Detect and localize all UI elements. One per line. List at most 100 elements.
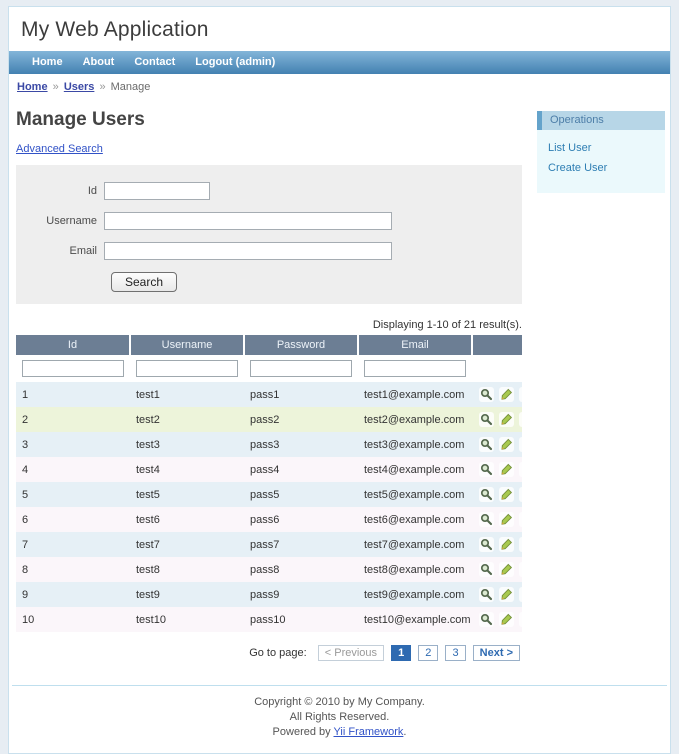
table-row[interactable]: 2 test2 pass2 test2@example.com — [16, 407, 522, 432]
cell-username: test8 — [130, 557, 244, 582]
view-icon[interactable] — [479, 612, 494, 627]
delete-icon[interactable] — [519, 437, 522, 452]
view-icon[interactable] — [479, 412, 494, 427]
email-field[interactable] — [104, 242, 392, 260]
id-field[interactable] — [104, 182, 210, 200]
cell-id: 4 — [16, 457, 130, 482]
delete-icon[interactable] — [519, 387, 522, 402]
pager: Go to page: < Previous 1 2 3 Next > — [16, 645, 520, 661]
table-row[interactable]: 8 test8 pass8 test8@example.com — [16, 557, 522, 582]
pager-previous-button[interactable]: < Previous — [318, 645, 384, 661]
view-icon[interactable] — [479, 462, 494, 477]
view-icon[interactable] — [479, 387, 494, 402]
cell-id: 5 — [16, 482, 130, 507]
column-header-id[interactable]: Id — [16, 335, 130, 355]
view-icon[interactable] — [479, 512, 494, 527]
update-icon[interactable] — [499, 437, 514, 452]
update-icon[interactable] — [499, 587, 514, 602]
cell-username: test6 — [130, 507, 244, 532]
delete-icon[interactable] — [519, 487, 522, 502]
cell-email: test1@example.com — [358, 382, 472, 407]
username-filter-input[interactable] — [136, 360, 238, 377]
view-icon[interactable] — [479, 537, 494, 552]
cell-id: 8 — [16, 557, 130, 582]
create-user-link[interactable]: Create User — [548, 162, 657, 174]
table-row[interactable]: 6 test6 pass6 test6@example.com — [16, 507, 522, 532]
table-row[interactable]: 10 test10 pass10 test10@example.com — [16, 607, 522, 632]
rights-line: All Rights Reserved. — [12, 710, 667, 725]
cell-password: pass2 — [244, 407, 358, 432]
nav-item-contact[interactable]: Contact — [125, 51, 184, 74]
update-icon[interactable] — [499, 562, 514, 577]
delete-icon[interactable] — [519, 562, 522, 577]
yii-framework-link[interactable]: Yii Framework — [334, 726, 404, 738]
cell-username: test7 — [130, 532, 244, 557]
sidebar: Operations List User Create User — [537, 111, 665, 193]
cell-username: test4 — [130, 457, 244, 482]
breadcrumb-current: Manage — [111, 81, 151, 93]
delete-icon[interactable] — [519, 512, 522, 527]
list-user-link[interactable]: List User — [548, 142, 657, 154]
email-field-label: Email — [16, 245, 104, 257]
powered-by-text: Powered by — [273, 726, 331, 738]
cell-email: test8@example.com — [358, 557, 472, 582]
email-filter-input[interactable] — [364, 360, 466, 377]
copyright-line: Copyright © 2010 by My Company. — [12, 695, 667, 710]
operations-portlet-content: List User Create User — [537, 130, 665, 193]
breadcrumb-link-users[interactable]: Users — [64, 81, 95, 93]
table-row[interactable]: 5 test5 pass5 test5@example.com — [16, 482, 522, 507]
pager-page-1[interactable]: 1 — [391, 645, 411, 661]
cell-id: 3 — [16, 432, 130, 457]
update-icon[interactable] — [499, 537, 514, 552]
view-icon[interactable] — [479, 487, 494, 502]
table-row[interactable]: 3 test3 pass3 test3@example.com — [16, 432, 522, 457]
breadcrumb-link-home[interactable]: Home — [17, 81, 48, 93]
view-icon[interactable] — [479, 562, 494, 577]
update-icon[interactable] — [499, 612, 514, 627]
view-icon[interactable] — [479, 587, 494, 602]
column-header-email[interactable]: Email — [358, 335, 472, 355]
password-filter-input[interactable] — [250, 360, 352, 377]
row-actions — [472, 482, 522, 507]
column-header-username[interactable]: Username — [130, 335, 244, 355]
pager-page-3[interactable]: 3 — [445, 645, 465, 661]
table-row[interactable]: 4 test4 pass4 test4@example.com — [16, 457, 522, 482]
delete-icon[interactable] — [519, 587, 522, 602]
nav-item-about[interactable]: About — [74, 51, 124, 74]
grid-summary: Displaying 1-10 of 21 result(s). — [16, 319, 522, 331]
update-icon[interactable] — [499, 512, 514, 527]
column-header-password[interactable]: Password — [244, 335, 358, 355]
delete-icon[interactable] — [519, 537, 522, 552]
table-row[interactable]: 9 test9 pass9 test9@example.com — [16, 582, 522, 607]
row-actions — [472, 607, 522, 632]
pager-next-button[interactable]: Next > — [473, 645, 520, 661]
update-icon[interactable] — [499, 462, 514, 477]
table-row[interactable]: 1 test1 pass1 test1@example.com — [16, 382, 522, 407]
username-field[interactable] — [104, 212, 392, 230]
row-actions — [472, 457, 522, 482]
nav-item-home[interactable]: Home — [23, 51, 72, 74]
pager-page-2[interactable]: 2 — [418, 645, 438, 661]
cell-username: test5 — [130, 482, 244, 507]
delete-icon[interactable] — [519, 612, 522, 627]
app-header: My Web Application — [9, 7, 670, 51]
table-row[interactable]: 7 test7 pass7 test7@example.com — [16, 532, 522, 557]
search-button[interactable]: Search — [111, 272, 177, 292]
breadcrumb: Home » Users » Manage — [9, 74, 670, 99]
id-filter-input[interactable] — [22, 360, 124, 377]
update-icon[interactable] — [499, 487, 514, 502]
cell-username: test9 — [130, 582, 244, 607]
cell-email: test4@example.com — [358, 457, 472, 482]
nav-item-logout[interactable]: Logout (admin) — [186, 51, 284, 74]
view-icon[interactable] — [479, 437, 494, 452]
row-actions — [472, 532, 522, 557]
delete-icon[interactable] — [519, 412, 522, 427]
advanced-search-link[interactable]: Advanced Search — [16, 143, 103, 155]
cell-password: pass10 — [244, 607, 358, 632]
cell-id: 1 — [16, 382, 130, 407]
page-container: My Web Application Home About Contact Lo… — [8, 6, 671, 754]
update-icon[interactable] — [499, 412, 514, 427]
update-icon[interactable] — [499, 387, 514, 402]
delete-icon[interactable] — [519, 462, 522, 477]
cell-password: pass1 — [244, 382, 358, 407]
